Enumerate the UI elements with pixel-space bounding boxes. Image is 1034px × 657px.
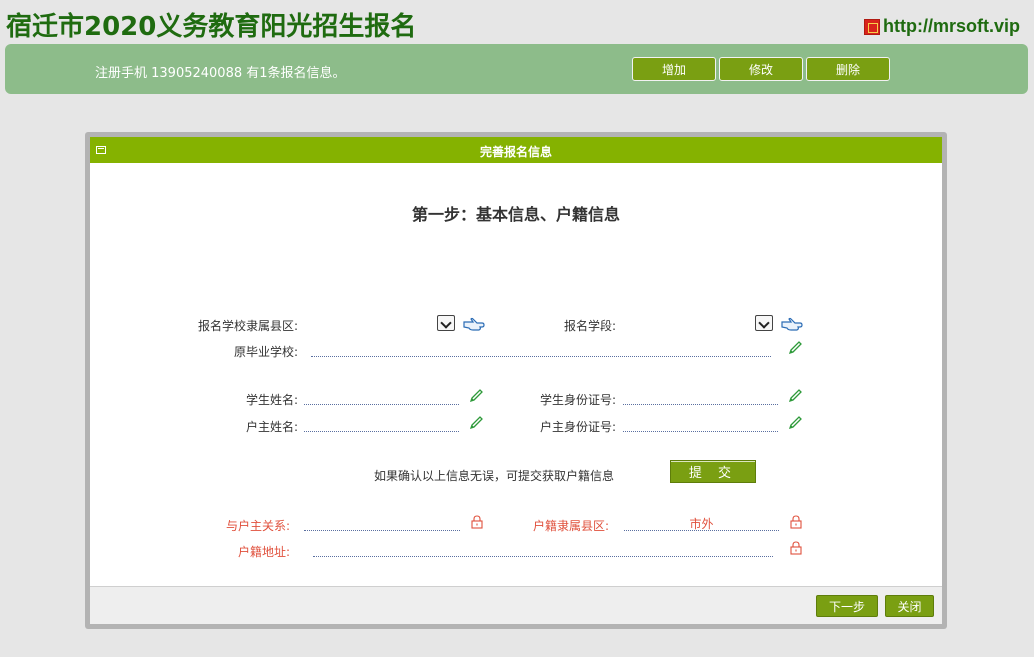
pencil-icon[interactable] [787,415,803,431]
household-county-label: 户籍隶属县区: [532,519,609,533]
delete-button[interactable]: 删除 [806,57,890,81]
school-county-select[interactable] [437,315,455,331]
pencil-icon[interactable] [787,388,803,404]
student-name-label: 学生姓名: [245,393,298,407]
household-county-value: 市外 [689,517,714,531]
dialog-footer: 下一步 关闭 [90,586,942,624]
edit-button[interactable]: 修改 [719,57,803,81]
close-button[interactable]: 关闭 [885,595,934,617]
site-link[interactable]: http://mrsoft.vip [864,16,1020,37]
dialog-body: 完善报名信息 第一步：基本信息、户籍信息 报名学校隶属县区: 报名学段: 原毕业… [90,137,942,624]
registration-dialog: 完善报名信息 第一步：基本信息、户籍信息 报名学校隶属县区: 报名学段: 原毕业… [85,132,947,629]
householder-name-label: 户主姓名: [245,420,298,434]
info-bar: 注册手机 13905240088 有1条报名信息。 增加 修改 删除 [5,44,1028,94]
step-title: 第一步：基本信息、户籍信息 [411,205,620,224]
lock-icon [790,515,802,529]
school-stage-label: 报名学段: [563,319,616,333]
relation-label: 与户主关系: [225,519,290,533]
submit-button[interactable]: 提 交 [670,460,756,483]
relation-field [304,517,460,531]
student-name-input[interactable] [304,391,459,405]
hand-pointer-icon[interactable] [781,316,803,332]
seal-icon [864,18,880,35]
student-id-label: 学生身份证号: [539,393,616,407]
site-url[interactable]: http://mrsoft.vip [883,16,1020,37]
pencil-icon[interactable] [787,340,803,356]
school-county-label: 报名学校隶属县区: [197,319,298,333]
householder-id-input[interactable] [623,418,778,432]
page-title: 宿迁市2020义务教育阳光招生报名 [6,12,417,42]
household-address-label: 户籍地址: [237,545,290,559]
household-address-field [313,543,773,557]
next-step-button[interactable]: 下一步 [816,595,878,617]
school-stage-select[interactable] [755,315,773,331]
student-id-input[interactable] [623,391,778,405]
lock-icon [471,515,483,529]
pencil-icon[interactable] [468,415,484,431]
dialog-title: 完善报名信息 [479,145,552,159]
previous-school-label: 原毕业学校: [233,345,298,359]
householder-id-label: 户主身份证号: [539,420,616,434]
householder-name-input[interactable] [304,418,459,432]
dialog-header: 完善报名信息 [90,137,942,163]
pencil-icon[interactable] [468,388,484,404]
lock-icon [790,541,802,555]
registration-info-text: 注册手机 13905240088 有1条报名信息。 [95,66,346,81]
hand-pointer-icon[interactable] [463,316,485,332]
add-button[interactable]: 增加 [632,57,716,81]
submit-note: 如果确认以上信息无误，可提交获取户籍信息 [374,469,615,483]
previous-school-input[interactable] [311,343,771,357]
